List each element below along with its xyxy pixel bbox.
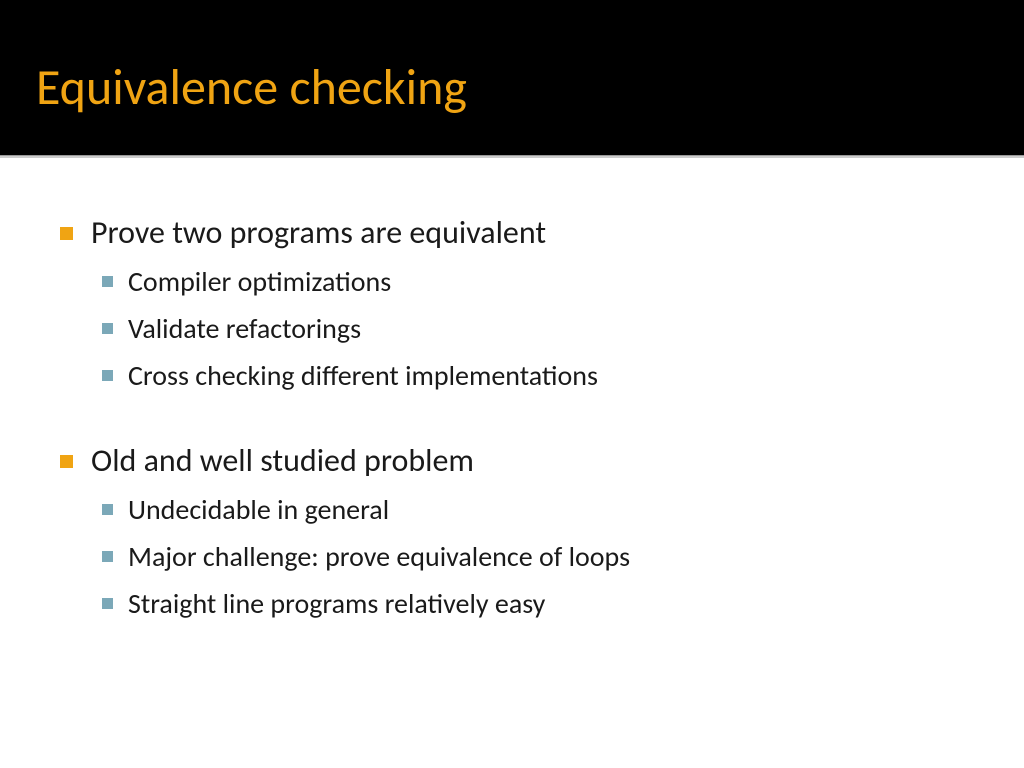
bullet-level2: Validate refactorings xyxy=(102,311,964,346)
bullet-text: Compiler optimizations xyxy=(128,264,391,299)
square-bullet-icon xyxy=(102,551,113,562)
bullet-text: Prove two programs are equivalent xyxy=(91,213,546,252)
bullet-level2: Straight line programs relatively easy xyxy=(102,586,964,621)
square-bullet-icon xyxy=(102,276,113,287)
slide-title-bar: Equivalence checking xyxy=(0,0,1024,155)
bullet-level1: Old and well studied problem xyxy=(60,441,964,480)
slide-content: Prove two programs are equivalent Compil… xyxy=(0,158,1024,673)
square-bullet-icon xyxy=(60,455,73,468)
slide-title: Equivalence checking xyxy=(36,57,467,118)
bullet-text: Validate refactorings xyxy=(128,311,361,346)
bullet-level2: Compiler optimizations xyxy=(102,264,964,299)
bullet-text: Major challenge: prove equivalence of lo… xyxy=(128,539,630,574)
bullet-text: Undecidable in general xyxy=(128,492,389,527)
square-bullet-icon xyxy=(102,370,113,381)
square-bullet-icon xyxy=(102,504,113,515)
spacer xyxy=(60,405,964,441)
bullet-text: Cross checking different implementations xyxy=(128,358,598,393)
square-bullet-icon xyxy=(60,227,73,240)
bullet-text: Straight line programs relatively easy xyxy=(128,586,545,621)
bullet-level1: Prove two programs are equivalent xyxy=(60,213,964,252)
square-bullet-icon xyxy=(102,323,113,334)
bullet-level2: Major challenge: prove equivalence of lo… xyxy=(102,539,964,574)
square-bullet-icon xyxy=(102,598,113,609)
bullet-level2: Cross checking different implementations xyxy=(102,358,964,393)
bullet-text: Old and well studied problem xyxy=(91,441,474,480)
bullet-level2: Undecidable in general xyxy=(102,492,964,527)
